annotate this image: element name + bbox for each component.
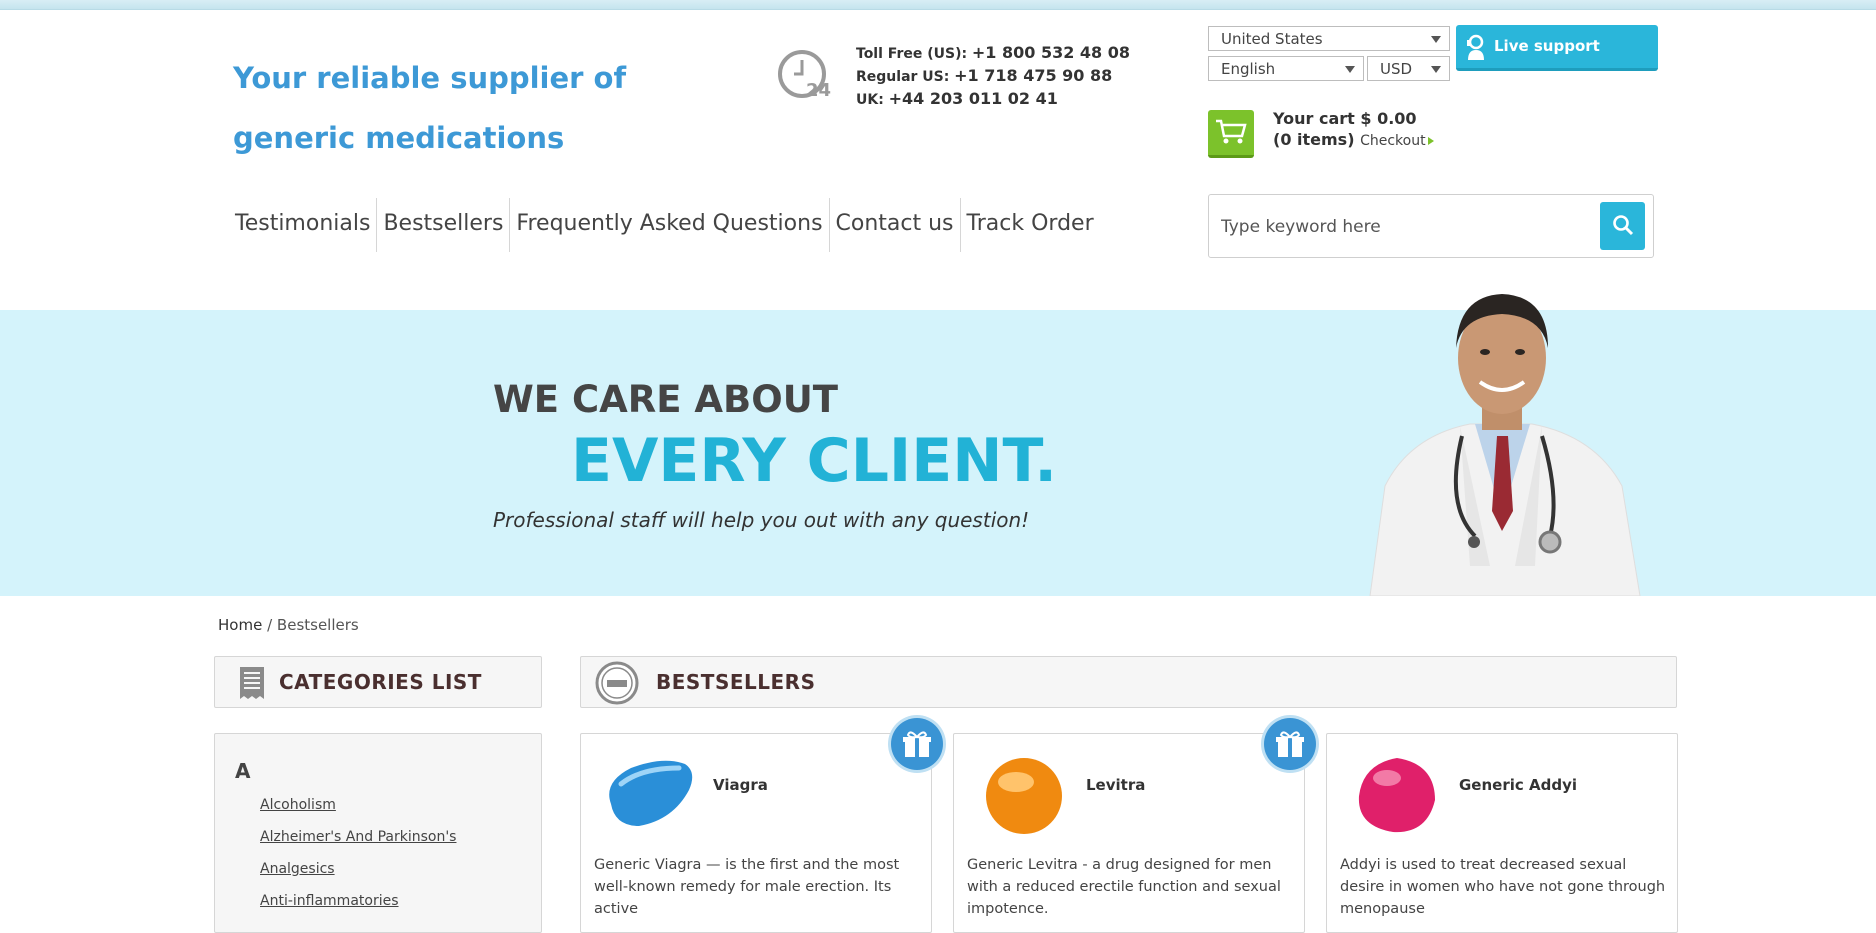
language-value: English — [1221, 60, 1276, 78]
gift-badge — [891, 718, 943, 770]
hero-line-2: EVERY CLIENT. — [571, 426, 1058, 496]
clock-24-icon: 24 — [778, 50, 831, 101]
phone-numbers: Toll Free (US): +1 800 532 48 08 Regular… — [856, 42, 1130, 111]
breadcrumb: Home / Bestsellers — [218, 616, 359, 634]
category-link-analgesics[interactable]: Analgesics — [260, 861, 335, 877]
list-item: Anti-inflammatories — [260, 885, 456, 917]
phone-tollfree: Toll Free (US): +1 800 532 48 08 — [856, 43, 1131, 62]
list-item: Alcoholism — [260, 789, 456, 821]
gift-badge — [1264, 718, 1316, 770]
country-select[interactable]: United States — [1208, 26, 1450, 51]
categories-title: CATEGORIES LIST — [279, 670, 482, 694]
cart-icon — [1216, 119, 1247, 144]
bestsellers-title: BESTSELLERS — [656, 670, 816, 694]
main-nav: Testimonials Bestsellers Frequently Aske… — [232, 198, 1100, 252]
product-description: Addyi is used to treat decreased sexual … — [1340, 857, 1666, 917]
product-name: Generic Addyi — [1459, 776, 1577, 794]
country-value: United States — [1221, 30, 1323, 48]
category-letter: A — [235, 759, 251, 783]
hero-line-1: WE CARE ABOUT — [493, 378, 838, 421]
svg-text:24: 24 — [806, 80, 831, 101]
nav-contact[interactable]: Contact us — [830, 198, 961, 252]
currency-select[interactable]: USD — [1367, 56, 1450, 81]
search-button[interactable] — [1600, 202, 1645, 250]
search-box — [1208, 194, 1654, 258]
phone-regular: Regular US: +1 718 475 90 88 — [856, 66, 1113, 85]
chevron-down-icon — [1431, 36, 1441, 43]
product-card-viagra[interactable]: Viagra Generic Viagra — is the first and… — [580, 733, 932, 933]
categories-list: A Alcoholism Alzheimer's And Parkinson's… — [214, 733, 542, 933]
product-name: Viagra — [713, 776, 768, 794]
phone-uk: UK: +44 203 011 02 41 — [856, 89, 1058, 108]
live-support-label: Live support — [1494, 37, 1600, 55]
list-item: Alzheimer's And Parkinson's — [260, 821, 456, 853]
cart-label: Your cart — [1273, 109, 1355, 128]
nav-testimonials[interactable]: Testimonials — [232, 198, 378, 252]
cart-amount: $ 0.00 — [1360, 109, 1417, 128]
currency-value: USD — [1380, 60, 1413, 78]
hero-subtitle: Professional staff will help you out wit… — [493, 508, 1030, 532]
breadcrumb-separator: / — [267, 616, 273, 634]
category-link-alzheimers[interactable]: Alzheimer's And Parkinson's — [260, 829, 456, 845]
arrow-right-icon — [1427, 137, 1434, 145]
gift-icon — [903, 731, 931, 757]
support-agent-icon — [1467, 34, 1484, 60]
product-card-addyi[interactable]: Generic Addyi Addyi is used to treat dec… — [1326, 733, 1678, 933]
cart-items: (0 items) — [1273, 130, 1355, 149]
pill-image — [609, 760, 693, 826]
product-card-levitra[interactable]: Levitra Generic Levitra - a drug designe… — [953, 733, 1305, 933]
pill-image — [1358, 758, 1435, 833]
language-select[interactable]: English — [1208, 56, 1364, 81]
chevron-down-icon — [1431, 66, 1441, 73]
doctor-image — [1369, 294, 1641, 596]
category-link-alcoholism[interactable]: Alcoholism — [260, 797, 336, 813]
product-description: Generic Levitra - a drug designed for me… — [967, 857, 1281, 917]
chevron-down-icon — [1345, 66, 1355, 73]
search-input[interactable] — [1219, 209, 1533, 245]
cart-summary: Your cart $ 0.00 (0 items) Checkout — [1273, 108, 1434, 152]
product-name: Levitra — [1086, 776, 1146, 794]
category-link-anti-inflammatories[interactable]: Anti-inflammatories — [260, 893, 399, 909]
site-tagline: Your reliable supplier of generic medica… — [233, 61, 627, 155]
live-support-button[interactable]: Live support — [1456, 25, 1658, 71]
breadcrumb-current: Bestsellers — [276, 616, 359, 634]
nav-bestsellers[interactable]: Bestsellers — [377, 198, 511, 252]
search-icon — [1612, 214, 1633, 235]
breadcrumb-home[interactable]: Home — [218, 616, 262, 634]
best-choice-badge-icon — [595, 661, 639, 705]
product-description: Generic Viagra — is the first and the mo… — [594, 857, 900, 917]
receipt-icon — [240, 667, 264, 699]
list-item: Analgesics — [260, 853, 456, 885]
nav-track-order[interactable]: Track Order — [961, 198, 1100, 252]
checkout-link[interactable]: Checkout — [1360, 133, 1434, 149]
categories-header: CATEGORIES LIST — [214, 656, 542, 708]
gift-icon — [1276, 731, 1304, 757]
pill-image — [986, 758, 1062, 834]
top-strip — [0, 0, 1876, 10]
nav-faq[interactable]: Frequently Asked Questions — [510, 198, 830, 252]
bestsellers-header: BESTSELLERS — [580, 656, 1677, 708]
cart-button[interactable] — [1208, 110, 1254, 158]
